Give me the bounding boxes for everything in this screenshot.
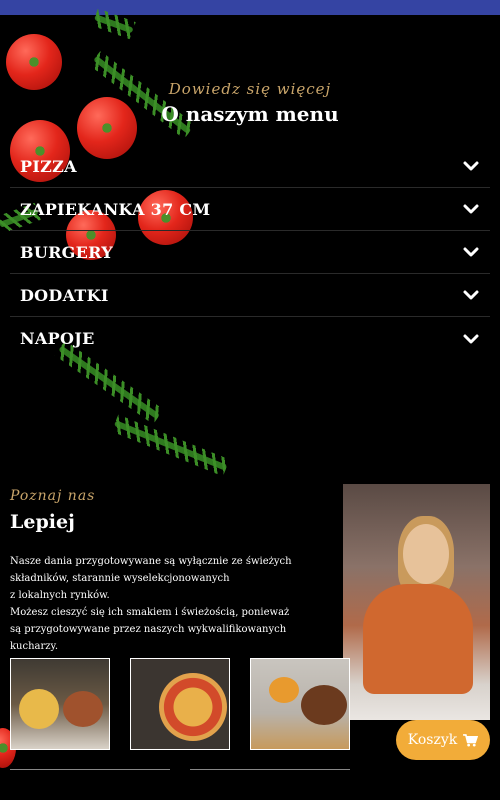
- restaurant-guest-photo: [343, 484, 490, 720]
- menu-category-label: BURGERY: [20, 242, 113, 262]
- food-thumbnail-pizza[interactable]: [130, 658, 230, 750]
- divider: [10, 769, 170, 770]
- menu-category-dodatki[interactable]: DODATKI: [10, 274, 490, 317]
- menu-section-subheading: Dowiedz się więcej: [168, 80, 332, 98]
- description-line: z lokalnych rynków.: [10, 590, 110, 601]
- about-section-title: Lepiej: [10, 511, 75, 533]
- description-line: Możesz cieszyć się ich smakiem i świeżoś…: [10, 607, 290, 618]
- chevron-down-icon: [463, 247, 479, 257]
- chevron-down-icon: [463, 334, 479, 343]
- food-thumbnail-burger-fries[interactable]: [10, 658, 110, 750]
- menu-category-napoje[interactable]: NAPOJE: [10, 317, 490, 360]
- menu-category-label: DODATKI: [20, 285, 109, 305]
- menu-accordion: PIZZA ZAPIEKANKA 37 CM BURGERY DODATKI N…: [10, 145, 490, 360]
- divider: [190, 769, 350, 770]
- chevron-down-icon: [463, 204, 479, 214]
- menu-category-pizza[interactable]: PIZZA: [10, 145, 490, 188]
- menu-section-title: O naszym menu: [161, 102, 339, 126]
- food-thumbnail-burger-board[interactable]: [250, 658, 350, 750]
- about-section-description: Nasze dania przygotowywane są wyłącznie …: [10, 553, 330, 655]
- status-bar: [0, 0, 500, 15]
- menu-category-burgery[interactable]: BURGERY: [10, 231, 490, 274]
- arugula-leaf-decoration: [113, 420, 228, 471]
- cart-icon: [463, 733, 479, 747]
- menu-category-zapiekanka[interactable]: ZAPIEKANKA 37 CM: [10, 188, 490, 231]
- chevron-down-icon: [463, 290, 479, 300]
- menu-category-label: PIZZA: [20, 156, 77, 176]
- description-line: są przygotowywane przez naszych wykwalif…: [10, 624, 287, 652]
- cart-button-label: Koszyk: [407, 732, 458, 748]
- menu-category-label: NAPOJE: [20, 329, 95, 348]
- arugula-leaf-decoration: [93, 14, 134, 34]
- menu-category-label: ZAPIEKANKA 37 CM: [20, 199, 211, 219]
- chevron-down-icon: [463, 161, 479, 171]
- description-line: składników, starannie wyselekcjonowanych: [10, 573, 230, 584]
- description-line: Nasze dania przygotowywane są wyłącznie …: [10, 556, 292, 567]
- cart-button[interactable]: Koszyk: [396, 720, 490, 760]
- about-section-subheading: Poznaj nas: [10, 488, 96, 504]
